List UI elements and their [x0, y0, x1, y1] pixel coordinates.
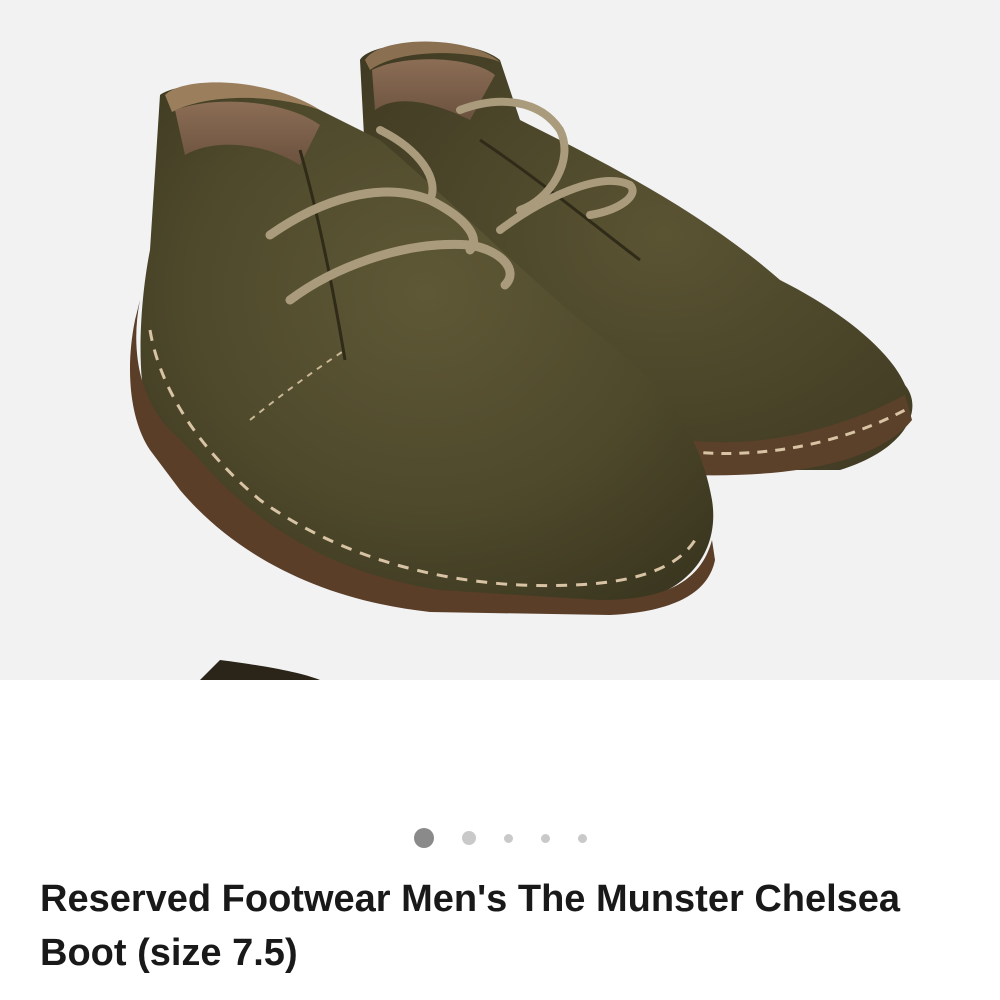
- gallery-dot-5[interactable]: [577, 833, 587, 843]
- gallery-dot-2[interactable]: [461, 831, 476, 845]
- gallery-dot-4[interactable]: [540, 833, 550, 843]
- gallery-pagination[interactable]: [0, 826, 1000, 850]
- product-image-gallery[interactable]: [0, 0, 1000, 680]
- gallery-dot-3[interactable]: [503, 833, 513, 843]
- next-image-peek: [200, 660, 320, 680]
- product-photo[interactable]: [0, 0, 1000, 680]
- gallery-dot-1[interactable]: [413, 828, 434, 848]
- listing-title: Reserved Footwear Men's The Munster Chel…: [40, 878, 901, 974]
- listing-page: Reserved Footwear Men's The Munster Chel…: [0, 0, 1000, 1000]
